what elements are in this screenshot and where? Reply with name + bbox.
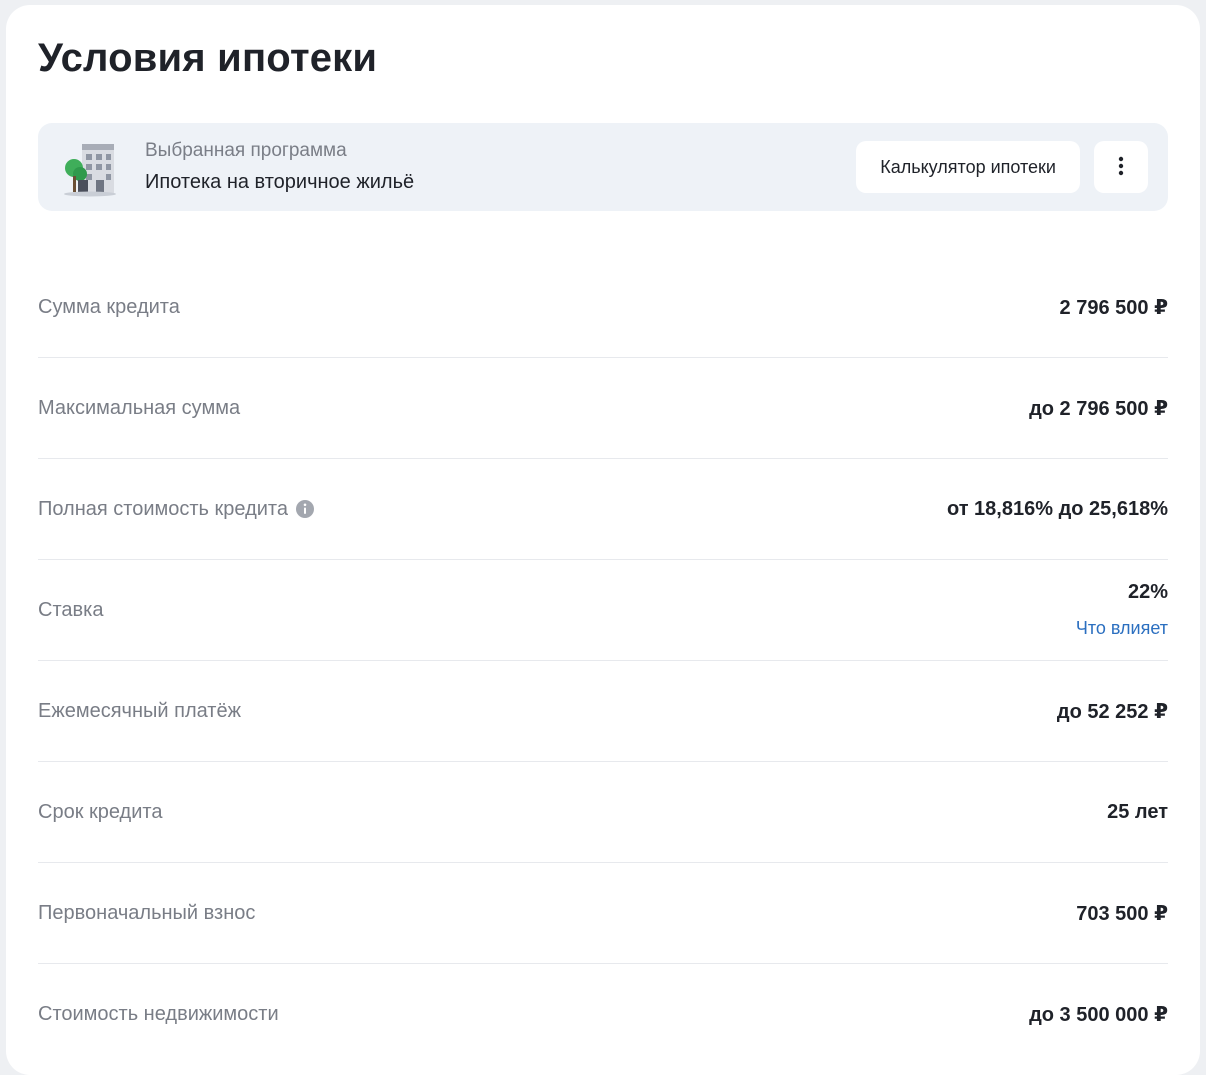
more-vertical-icon (1118, 156, 1124, 179)
row-value: до 52 252 ₽ (1056, 700, 1168, 723)
page-title: Условия ипотеки (38, 36, 378, 80)
row-label: Стоимость недвижимости (38, 1003, 279, 1025)
row-label: Ежемесячный платёж (38, 699, 241, 722)
row-rate: Ставка 22% Что влияет (38, 560, 1168, 661)
conditions-list: Сумма кредита 2 796 500 ₽ Максимальная с… (38, 257, 1168, 1065)
row-value: 703 500 ₽ (1076, 902, 1168, 925)
row-loan-term: Срок кредита 25 лет (38, 762, 1168, 863)
row-label: Срок кредита (38, 800, 163, 823)
row-value: 25 лет (1107, 800, 1168, 823)
row-label: Максимальная сумма (38, 396, 241, 419)
row-value: до 3 500 000 ₽ (1029, 1004, 1168, 1026)
mortgage-calculator-button[interactable]: Калькулятор ипотеки (856, 141, 1080, 193)
row-value: 2 796 500 ₽ (1059, 296, 1168, 319)
row-value: до 2 796 500 ₽ (1029, 397, 1168, 420)
row-label-with-info: Полная стоимость кредита (38, 498, 314, 521)
row-property-cost: Стоимость недвижимости до 3 500 000 ₽ (38, 964, 1168, 1065)
building-icon (60, 136, 120, 198)
row-max-amount: Максимальная сумма до 2 796 500 ₽ (38, 358, 1168, 459)
mortgage-conditions-card: Условия ипотеки Выбранная программа Ипот… (6, 5, 1200, 1075)
row-loan-amount: Сумма кредита 2 796 500 ₽ (38, 257, 1168, 358)
row-down-payment: Первоначальный взнос 703 500 ₽ (38, 863, 1168, 964)
rate-value-stack: 22% Что влияет (1076, 581, 1168, 639)
more-options-button[interactable] (1094, 141, 1148, 193)
program-caption: Выбранная программа (145, 140, 347, 161)
row-label: Сумма кредита (38, 295, 180, 318)
row-label: Полная стоимость кредита (38, 497, 288, 520)
row-value: 22% (1127, 581, 1168, 603)
row-full-cost: Полная стоимость кредита от 18,816% до 2… (38, 459, 1168, 560)
row-label: Первоначальный взнос (38, 901, 256, 924)
selected-program-text: Выбранная программа Ипотека на вторичное… (145, 138, 856, 196)
row-label: Ставка (38, 598, 104, 621)
program-name: Ипотека на вторичное жильё (145, 171, 415, 193)
row-value: от 18,816% до 25,618% (946, 497, 1168, 520)
selected-program-panel: Выбранная программа Ипотека на вторичное… (38, 123, 1168, 211)
rate-factors-link[interactable]: Что влияет (1076, 618, 1168, 639)
row-monthly-payment: Ежемесячный платёж до 52 252 ₽ (38, 661, 1168, 762)
info-icon[interactable] (295, 500, 314, 518)
